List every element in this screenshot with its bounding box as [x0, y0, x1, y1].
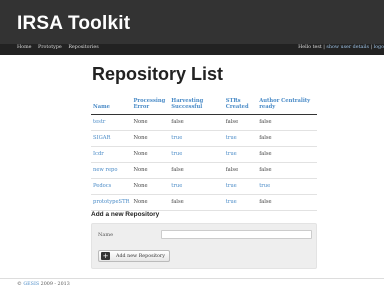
cell-processing-error: None	[131, 178, 170, 195]
table-row: SIGAR None true true false	[91, 130, 317, 147]
page-title: Repository List	[92, 64, 224, 84]
table-row: Pedocs None true true true	[91, 178, 317, 195]
cell-strs-created: true	[223, 146, 258, 163]
user-greeting: Hello test |	[298, 45, 325, 50]
cell-name[interactable]: new repo	[91, 162, 132, 179]
logout-link[interactable]: logo	[374, 45, 384, 50]
footer: © GESIS 2009 - 2013	[17, 282, 70, 287]
copyright-years: 2009 - 2013	[40, 282, 70, 287]
user-area: Hello test | show user details | logo	[298, 45, 384, 50]
cell-name[interactable]: Pedocs	[91, 178, 132, 195]
nav-item-prototype[interactable]: Prototype	[38, 45, 62, 50]
cell-author-centrality-ready: true	[257, 178, 317, 195]
add-repository-form: Name + Add new Repository	[91, 223, 317, 269]
cell-processing-error: None	[131, 114, 170, 131]
cell-harvesting-successful: true	[169, 146, 224, 163]
add-repository-heading: Add a new Repository	[91, 211, 160, 218]
footer-divider	[0, 278, 384, 279]
nav-separator: |	[370, 45, 373, 50]
cell-author-centrality-ready: false	[257, 194, 317, 211]
nav-item-repositories[interactable]: Repositories	[68, 45, 98, 50]
add-repository-button[interactable]: + Add new Repository	[98, 250, 170, 262]
repository-table: Name Processing Error Harvesting Success…	[91, 96, 317, 211]
cell-author-centrality-ready: false	[257, 162, 317, 179]
cell-name[interactable]: prototypeSTR	[91, 194, 132, 211]
cell-strs-created: true	[223, 130, 258, 147]
cell-processing-error: None	[131, 194, 170, 211]
cell-author-centrality-ready: false	[257, 130, 317, 147]
table-row: Icdr None true true false	[91, 146, 317, 163]
name-label: Name	[98, 232, 114, 238]
plus-icon: +	[101, 252, 110, 260]
column-header-name: Name	[91, 96, 132, 115]
cell-harvesting-successful: false	[169, 162, 224, 179]
show-user-details-link[interactable]: show user details	[326, 45, 369, 50]
cell-harvesting-successful: true	[169, 178, 224, 195]
cell-strs-created: true	[223, 178, 258, 195]
cell-harvesting-successful: true	[169, 130, 224, 147]
cell-strs-created: false	[223, 162, 258, 179]
table-row: prototypeSTR None false true false	[91, 194, 317, 211]
cell-strs-created: false	[223, 114, 258, 131]
column-header-author-centrality-ready: Author Centrality ready	[257, 96, 317, 115]
cell-author-centrality-ready: false	[257, 114, 317, 131]
cell-name[interactable]: SIGAR	[91, 130, 132, 147]
column-header-processing-error: Processing Error	[131, 96, 170, 115]
table-row: new repo None false false false	[91, 162, 317, 179]
nav-links: Home Prototype Repositories	[17, 45, 104, 50]
cell-harvesting-successful: false	[169, 114, 224, 131]
cell-strs-created: true	[223, 194, 258, 211]
cell-harvesting-successful: false	[169, 194, 224, 211]
table-row: testr None false false false	[91, 114, 317, 131]
cell-processing-error: None	[131, 130, 170, 147]
nav-item-home[interactable]: Home	[17, 45, 31, 50]
column-header-strs-created: STRs Created	[223, 96, 258, 115]
cell-name[interactable]: Icdr	[91, 146, 132, 163]
top-navbar: Home Prototype Repositories Hello test |…	[0, 44, 384, 55]
cell-name[interactable]: testr	[91, 114, 132, 131]
cell-author-centrality-ready: false	[257, 146, 317, 163]
cell-processing-error: None	[131, 162, 170, 179]
add-repository-button-label: Add new Repository	[116, 253, 165, 259]
table-header-row: Name Processing Error Harvesting Success…	[91, 96, 317, 115]
gesis-link[interactable]: GESIS	[23, 282, 39, 287]
repository-name-input[interactable]	[161, 230, 312, 239]
column-header-harvesting-successful: Harvesting Successful	[169, 96, 224, 115]
copyright-symbol: ©	[17, 282, 22, 287]
app-title[interactable]: IRSA Toolkit	[17, 13, 130, 35]
cell-processing-error: None	[131, 146, 170, 163]
